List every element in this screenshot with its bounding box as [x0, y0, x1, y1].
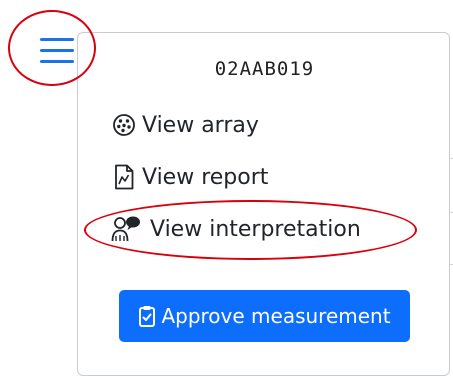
menu-item-view-array[interactable]: View array — [111, 111, 259, 139]
menu-item-label: View array — [142, 112, 259, 138]
menu-item-label: View report — [142, 164, 269, 190]
hamburger-bar — [40, 49, 74, 52]
menu-item-view-interpretation[interactable]: View interpretation — [111, 215, 361, 243]
hamburger-bar — [40, 38, 74, 41]
menu-item-label: View interpretation — [150, 216, 361, 242]
hamburger-menu-icon[interactable] — [40, 37, 74, 64]
screen: 02AAB019 View array View report View int… — [0, 0, 453, 376]
hamburger-bar — [40, 60, 74, 63]
array-icon — [111, 111, 137, 139]
report-icon — [111, 163, 137, 191]
approve-measurement-button[interactable]: Approve measurement — [119, 290, 410, 342]
menu-item-view-report[interactable]: View report — [111, 163, 268, 191]
interpretation-icon — [111, 215, 141, 243]
approve-button-label: Approve measurement — [161, 304, 391, 328]
actions-dropdown: 02AAB019 View array View report View int… — [77, 32, 450, 376]
sample-id: 02AAB019 — [214, 58, 315, 80]
clipboard-check-icon — [138, 304, 156, 328]
